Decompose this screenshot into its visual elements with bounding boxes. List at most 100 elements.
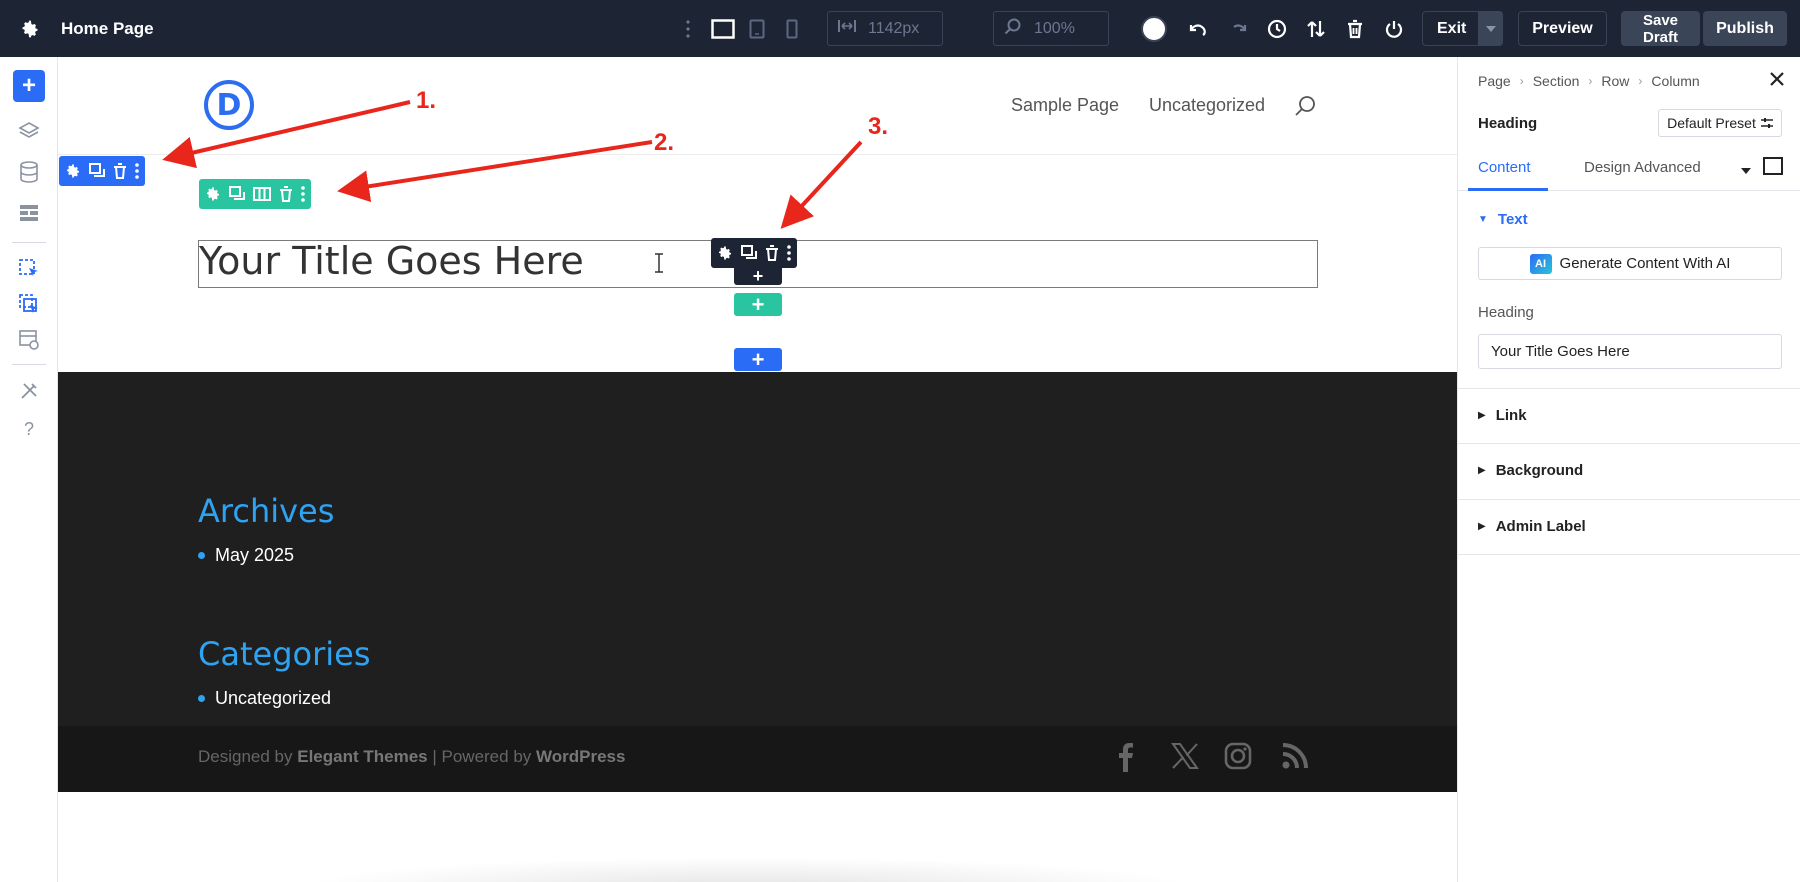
x-twitter-icon[interactable] (1171, 742, 1199, 775)
admin-label-section-label: Admin Label (1495, 518, 1586, 535)
facebook-icon[interactable] (1118, 742, 1134, 777)
breadcrumb-column[interactable]: Column (1651, 73, 1699, 89)
archives-title: Archives (198, 492, 335, 530)
exit-dropdown-chevron-icon[interactable] (1478, 11, 1503, 46)
categories-title: Categories (198, 635, 371, 673)
undo-icon[interactable] (1186, 17, 1210, 41)
link-section-toggle[interactable]: ▶ Link (1478, 407, 1527, 424)
background-section-label: Background (1495, 462, 1584, 479)
active-tab-indicator (1468, 188, 1548, 191)
caret-right-icon: ▶ (1478, 465, 1486, 476)
text-section-label: Text (1497, 211, 1528, 228)
arrow-section (162, 100, 411, 169)
width-value: 1142px (868, 19, 920, 37)
bullet-dot (198, 695, 205, 702)
select-cursor-icon[interactable] (13, 253, 45, 285)
page-bottom-shadow (298, 857, 1198, 882)
clear-trash-icon[interactable] (1343, 17, 1367, 41)
credit-prefix: Designed by (198, 747, 293, 766)
zoom-value: 100% (1034, 19, 1075, 37)
module-name: Heading (1478, 115, 1538, 132)
close-panel-icon[interactable] (1770, 69, 1784, 92)
panel-tabs: Content Design Advanced (1458, 147, 1800, 191)
preview-layout-icon[interactable] (13, 324, 45, 356)
left-toolbar: + ? (0, 57, 58, 882)
annotation-3: 3. (868, 113, 889, 140)
arrow-module (780, 140, 863, 229)
builder-canvas: D Sample Page Uncategorized Your Title G… (58, 57, 1457, 882)
exit-label: Exit (1437, 19, 1467, 37)
tab-design[interactable]: Design (1584, 159, 1631, 176)
redo-icon[interactable] (1226, 17, 1250, 41)
breadcrumb-row[interactable]: Row (1601, 73, 1629, 89)
caret-right-icon: ▶ (1478, 521, 1486, 532)
footer-credits: Designed by Elegant Themes | Powered by … (198, 747, 625, 767)
zoom-field[interactable]: 100% (993, 11, 1109, 46)
portability-arrows-icon[interactable] (1304, 17, 1328, 41)
archives-item-label: May 2025 (215, 545, 295, 565)
tab-advanced-label[interactable]: Advanced (1634, 159, 1701, 176)
layers-icon[interactable] (13, 115, 45, 147)
instagram-icon[interactable] (1224, 742, 1252, 775)
credit-mid: | Powered by (432, 747, 532, 766)
generate-ai-button[interactable]: AI Generate Content With AI (1478, 247, 1782, 280)
rss-icon[interactable] (1281, 742, 1309, 775)
breadcrumb-chevron-icon: › (1519, 74, 1524, 88)
phone-view-icon[interactable] (780, 16, 804, 42)
tools-icon[interactable] (13, 375, 45, 407)
link-section-label: Link (1495, 407, 1527, 424)
credit-cms-link[interactable]: WordPress (536, 747, 625, 766)
preset-label: Default Preset (1667, 115, 1756, 131)
zoom-search-icon (1004, 17, 1022, 40)
categories-item[interactable]: Uncategorized (198, 688, 331, 709)
annotation-arrows (162, 100, 863, 229)
tabs-dropdown-icon[interactable] (1741, 161, 1751, 178)
heading-field-label: Heading (1478, 304, 1534, 321)
canvas-width-field[interactable]: 1142px (827, 11, 943, 46)
view-mode-square-icon[interactable] (1763, 157, 1783, 179)
add-element-button[interactable]: + (13, 70, 45, 102)
power-icon[interactable] (1382, 17, 1406, 41)
preset-sliders-icon (1760, 115, 1773, 131)
save-draft-line2: Draft (1642, 28, 1678, 46)
more-vertical-icon[interactable] (682, 17, 694, 41)
archives-item[interactable]: May 2025 (198, 545, 294, 566)
categories-item-label: Uncategorized (215, 688, 332, 708)
text-section-toggle[interactable]: ▼ Text (1478, 211, 1528, 228)
breadcrumb-chevron-icon: › (1588, 74, 1593, 88)
multi-select-icon[interactable] (13, 288, 45, 320)
settings-panel: Page › Section › Row › Column Heading De… (1457, 57, 1800, 882)
theme-toggle-icon[interactable] (1140, 15, 1168, 43)
caret-right-icon: ▶ (1478, 410, 1486, 421)
preview-button[interactable]: Preview (1518, 11, 1607, 46)
admin-label-section-toggle[interactable]: ▶ Admin Label (1478, 518, 1586, 535)
background-section-toggle[interactable]: ▶ Background (1478, 462, 1583, 479)
database-icon[interactable] (13, 156, 45, 188)
history-clock-icon[interactable] (1265, 17, 1289, 41)
heading-field[interactable] (1478, 334, 1782, 369)
credit-brand-link[interactable]: Elegant Themes (297, 747, 427, 766)
breadcrumb-chevron-icon: › (1638, 74, 1643, 88)
ai-badge-icon: AI (1529, 253, 1552, 274)
bullet-dot (198, 552, 205, 559)
builder-topbar: Home Page 1142px 100% Exit Preview Save … (0, 0, 1800, 57)
site-footer-widgets: Archives May 2025 Categories Uncategoriz… (58, 372, 1457, 726)
width-arrows-icon (838, 19, 856, 38)
breadcrumb-section[interactable]: Section (1533, 73, 1580, 89)
tab-content[interactable]: Content (1478, 159, 1531, 176)
preset-selector[interactable]: Default Preset (1658, 109, 1782, 137)
help-question-icon[interactable]: ? (13, 413, 45, 445)
add-section-button[interactable]: + (734, 347, 782, 372)
page-title: Home Page (61, 19, 154, 38)
settings-gear-icon[interactable] (18, 17, 42, 41)
save-draft-line1: Save (1642, 11, 1679, 29)
breadcrumb: Page › Section › Row › Column (1478, 73, 1700, 89)
save-draft-button[interactable]: Save Draft (1621, 11, 1700, 46)
caret-down-icon: ▼ (1478, 214, 1488, 225)
layout-rows-icon[interactable] (13, 197, 45, 229)
tablet-view-icon[interactable] (745, 16, 769, 42)
desktop-view-icon[interactable] (709, 16, 737, 42)
publish-button[interactable]: Publish (1703, 11, 1787, 46)
arrow-row (337, 140, 653, 203)
breadcrumb-page[interactable]: Page (1478, 73, 1511, 89)
